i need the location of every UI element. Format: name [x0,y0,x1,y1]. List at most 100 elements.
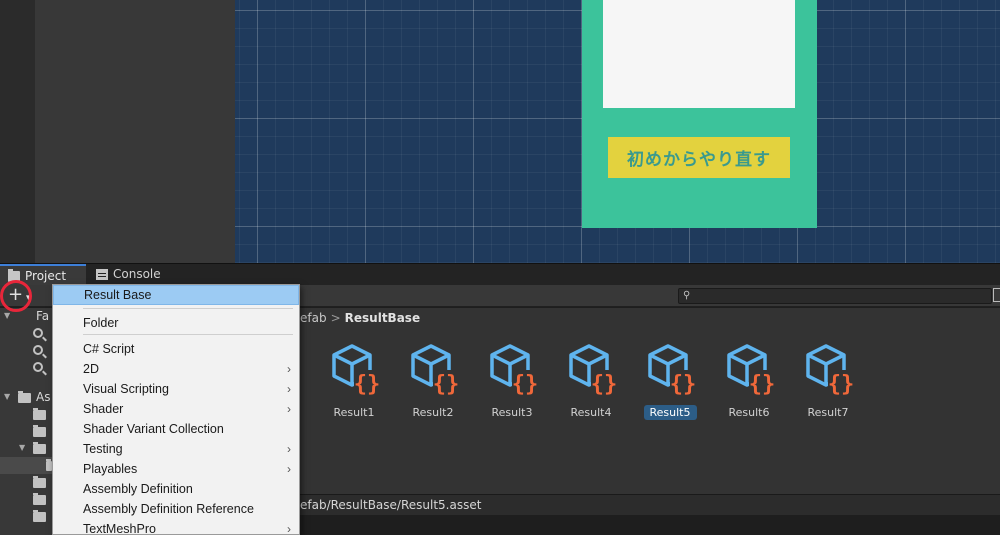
hierarchy-panel [0,0,235,263]
tree-row-search-2[interactable] [0,342,52,359]
menu-item-testing[interactable]: Testing › [53,439,299,459]
tree-row-folder[interactable] [0,423,52,440]
tab-console[interactable]: Console [88,264,178,286]
asset-label: Result7 [807,406,849,419]
asset-tile[interactable]: {} Result3 [476,342,548,426]
chevron-right-icon: › [287,522,291,535]
scriptable-object-icon: {} [411,344,459,397]
menu-item-playables[interactable]: Playables › [53,459,299,479]
menu-item-assembly-definition-reference[interactable]: Assembly Definition Reference [53,499,299,519]
asset-label: Result3 [491,406,533,419]
chevron-right-icon: › [287,462,291,476]
tree-row-search-1[interactable] [0,325,52,342]
folder-icon [18,391,31,403]
selected-asset-path: efab/ResultBase/Result5.asset [300,498,482,512]
asset-tile[interactable]: {} Result1 [318,342,390,426]
tree-row-selected[interactable] [0,457,52,474]
asset-label: Result6 [728,406,770,419]
search-icon [33,362,43,372]
scriptable-object-icon: {} [490,344,538,397]
asset-tile[interactable]: {} Result4 [555,342,627,426]
breadcrumb: efab > ResultBase [300,311,420,329]
search-icon: ⚲ [683,290,691,301]
folder-icon [33,510,46,522]
tree-row-folder[interactable] [0,474,52,491]
chevron-right-icon: › [287,402,291,416]
asset-tile[interactable]: {} Result7 [792,342,864,426]
tree-row-folder[interactable] [0,406,52,423]
create-context-menu: Result Base Folder C# Script 2D › Visual Scri… [52,284,300,535]
asset-tile[interactable]: {} Result5 [634,342,706,426]
tree-row-folder-open[interactable]: ▼ [0,440,52,457]
asset-grid: {} Result1 {} Result2 {} Result3 {} Resu… [318,342,918,432]
svg-text:{}: {} [433,372,459,397]
chevron-right-icon: › [287,362,291,376]
tree-label-favorites: Fa [36,309,50,323]
tree-row-favorites[interactable]: ▼ Fa [0,308,52,325]
menu-item-2d[interactable]: 2D › [53,359,299,379]
menu-item-textmeshpro[interactable]: TextMeshPro › [53,519,299,535]
folder-icon [33,493,46,505]
game-ui-panel: 初めからやり直す [582,0,817,228]
expand-triangle-icon[interactable]: ▼ [4,311,10,320]
menu-separator [83,334,293,335]
menu-item-result-base[interactable]: Result Base [53,285,299,305]
asset-label: Result2 [412,406,454,419]
folder-open-icon [33,442,46,454]
tree-row-assets[interactable]: ▼ As [0,389,52,406]
asset-tile[interactable]: {} Result6 [713,342,785,426]
menu-item-folder[interactable]: Folder [53,313,299,333]
tree-row-folder[interactable] [0,491,52,508]
tree-row-search-3[interactable] [0,359,52,376]
menu-item-label: Assembly Definition Reference [83,502,254,516]
tab-project[interactable]: Project [0,264,86,286]
menu-item-label: Visual Scripting [83,382,169,396]
asset-label: Result1 [333,406,375,419]
breadcrumb-separator: > [330,311,341,325]
search-icon [33,328,43,338]
scriptable-object-icon: {} [806,344,854,397]
tab-project-label: Project [25,269,67,283]
game-ui-content-area [603,0,795,108]
menu-item-assembly-definition[interactable]: Assembly Definition [53,479,299,499]
scriptable-object-icon: {} [569,344,617,397]
plus-icon: + [8,284,24,305]
hierarchy-gutter [0,0,35,263]
menu-item-label: Folder [83,316,119,330]
svg-text:{}: {} [591,372,617,397]
menu-item-label: Result Base [84,288,152,302]
folder-icon [33,476,46,488]
folder-icon [33,425,46,437]
asset-label: Result4 [570,406,612,419]
expand-triangle-icon[interactable]: ▼ [4,392,10,401]
breadcrumb-current[interactable]: ResultBase [345,311,420,325]
restart-button[interactable]: 初めからやり直す [608,137,790,178]
menu-item-c-script[interactable]: C# Script [53,339,299,359]
breadcrumb-parent[interactable]: efab [300,311,327,325]
search-input[interactable] [695,289,985,303]
asset-label: Result5 [634,405,706,420]
console-icon [96,269,108,280]
expand-triangle-icon[interactable]: ▼ [19,443,25,452]
menu-item-shader[interactable]: Shader › [53,399,299,419]
svg-text:{}: {} [828,372,854,397]
menu-item-label: Shader [83,402,124,416]
project-search-field[interactable]: ⚲ [678,288,992,304]
folder-icon [8,269,20,282]
create-asset-button[interactable]: + ▾ [4,284,42,305]
asset-tile[interactable]: {} Result2 [397,342,469,426]
svg-text:{}: {} [670,372,696,397]
menu-item-label: Testing [83,442,123,456]
svg-text:{}: {} [749,372,775,397]
menu-item-shader-variant-collection[interactable]: Shader Variant Collection [53,419,299,439]
menu-item-label: Shader Variant Collection [83,422,224,436]
scriptable-object-icon: {} [727,344,775,397]
scriptable-object-icon: {} [332,344,380,397]
tree-label-assets: As [36,390,51,404]
menu-item-label: Assembly Definition [83,482,193,496]
lock-icon[interactable] [993,288,1000,302]
menu-item-label: Playables [83,462,138,476]
project-folder-tree: ▼ Fa ▼ As ▼ [0,308,52,535]
tree-row-folder[interactable] [0,508,52,525]
menu-item-visual-scripting[interactable]: Visual Scripting › [53,379,299,399]
